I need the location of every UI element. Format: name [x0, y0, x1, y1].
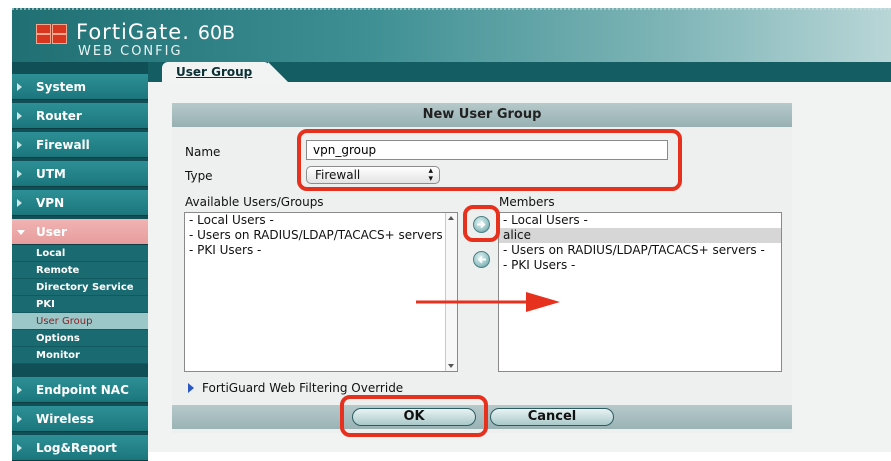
list-item[interactable]: - Users on RADIUS/LDAP/TACACS+ servers -	[185, 228, 457, 243]
available-users-label: Available Users/Groups	[185, 195, 324, 209]
app-header: FortiGate. 60B WEB CONFIG	[12, 8, 891, 62]
list-item[interactable]: - Users on RADIUS/LDAP/TACACS+ servers -	[499, 243, 781, 258]
sidebar-subitem-pki[interactable]: PKI	[12, 296, 148, 313]
scroll-up-icon[interactable]	[448, 216, 454, 220]
arrow-left-icon	[477, 255, 486, 264]
sidebar-item-vpn[interactable]: VPN	[12, 190, 148, 216]
sidebar-item-utm[interactable]: UTM	[12, 161, 148, 187]
ok-button[interactable]: OK	[352, 408, 476, 426]
name-input[interactable]	[306, 140, 668, 160]
type-label: Type	[185, 169, 213, 183]
sidebar-item-wireless-controller[interactable]: Wireless Controller	[12, 406, 148, 452]
tab-user-group[interactable]: User Group	[162, 62, 270, 82]
sidebar-item-endpoint-nac[interactable]: Endpoint NAC	[12, 377, 148, 403]
list-item[interactable]: - Local Users -	[499, 213, 781, 228]
sidebar: System Router Firewall UTM VPN User Loca…	[12, 62, 148, 461]
list-item[interactable]: - Local Users -	[185, 213, 457, 228]
cancel-button[interactable]: Cancel	[490, 408, 614, 426]
sidebar-subitem-monitor[interactable]: Monitor	[12, 347, 148, 364]
type-select[interactable]: Firewall ▴ ▾	[306, 166, 440, 184]
sidebar-item-firewall[interactable]: Firewall	[12, 132, 148, 158]
sidebar-item-router[interactable]: Router	[12, 103, 148, 129]
scroll-down-icon[interactable]	[448, 364, 454, 368]
sidebar-item-user[interactable]: User	[12, 219, 148, 245]
name-label: Name	[185, 145, 221, 159]
list-item-selected[interactable]: alice	[499, 228, 781, 243]
sidebar-subitem-remote[interactable]: Remote	[12, 262, 148, 279]
sidebar-subitem-user-group[interactable]: User Group	[12, 313, 148, 330]
fortinet-logo-icon	[36, 24, 68, 44]
annotation-arrow-icon	[416, 292, 560, 312]
list-item[interactable]: - PKI Users -	[185, 243, 457, 258]
expand-triangle-icon	[188, 383, 194, 393]
select-arrows-icon: ▴ ▾	[428, 166, 433, 184]
brand-model: 60B	[197, 22, 236, 44]
panel-title: New User Group	[172, 103, 792, 127]
tab-bar: User Group	[148, 62, 891, 82]
remove-from-members-button[interactable]	[473, 251, 490, 268]
members-label: Members	[499, 195, 555, 209]
fortiguard-override-toggle[interactable]: FortiGuard Web Filtering Override	[188, 381, 403, 395]
sidebar-item-log-report[interactable]: Log&Report	[12, 435, 148, 461]
web-config-subtitle: WEB CONFIG	[78, 44, 183, 59]
add-to-members-button[interactable]	[473, 216, 490, 233]
sidebar-subitem-local[interactable]: Local	[12, 245, 148, 262]
type-select-value: Firewall	[315, 168, 361, 182]
sidebar-subitem-directory-service[interactable]: Directory Service	[12, 279, 148, 296]
list-item[interactable]: - PKI Users -	[499, 258, 781, 273]
fortiguard-override-label: FortiGuard Web Filtering Override	[202, 381, 404, 395]
arrow-right-icon	[477, 220, 486, 229]
sidebar-item-system[interactable]: System	[12, 74, 148, 100]
brand-name: FortiGate	[76, 20, 183, 44]
form-footer	[172, 405, 792, 429]
sidebar-subitem-options[interactable]: Options	[12, 330, 148, 347]
brand-title: FortiGate. 60B	[76, 20, 236, 44]
